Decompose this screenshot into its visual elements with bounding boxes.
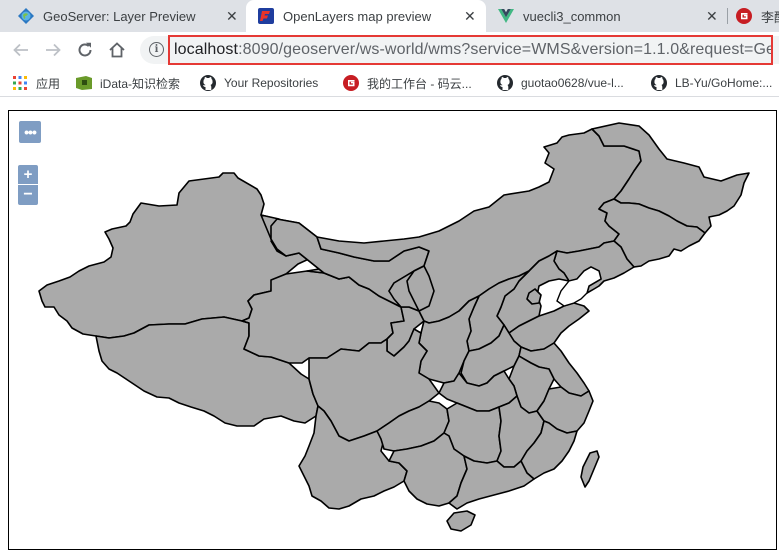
home-button[interactable] [105, 38, 129, 62]
bookmark-label: guotao0628/vue-l... [521, 76, 624, 90]
github-icon [200, 75, 216, 91]
zoom-out-button[interactable]: − [18, 185, 38, 205]
gitee-icon [736, 8, 752, 24]
tab-title: vuecli3_common [523, 8, 621, 24]
tab-title: OpenLayers map preview [283, 8, 432, 24]
tab-title: 李醒 [761, 9, 779, 25]
close-tab-icon[interactable]: ✕ [464, 8, 476, 25]
bookmark-label: Your Repositories [224, 76, 319, 90]
bookmark-gitee-workbench[interactable]: 我的工作台 - 码云... [343, 74, 472, 92]
zoom-in-button[interactable]: + [18, 165, 38, 184]
wms-map-layer[interactable] [9, 111, 777, 550]
site-info-icon[interactable]: i [149, 42, 164, 57]
forward-button[interactable] [41, 38, 65, 62]
bookmark-label: iData-知识检索 [100, 76, 181, 91]
arrow-right-icon [46, 43, 61, 57]
url-highlight-box[interactable]: localhost:8090/geoserver/ws-world/wms?se… [168, 35, 773, 65]
gitee-icon [343, 75, 359, 91]
bookmarks-bar: 应用 iData-知识检索 Your Repositories 我的工作台 - … [0, 68, 779, 97]
bookmark-guotao-vue[interactable]: guotao0628/vue-l... [497, 74, 624, 92]
tab-gitee[interactable]: 李醒 [733, 0, 779, 32]
tab-separator [727, 8, 728, 24]
bookmark-label: 我的工作台 - 码云... [367, 76, 472, 91]
bookmark-lb-yu-gohome[interactable]: LB-Yu/GoHome:... [651, 74, 772, 92]
close-tab-icon[interactable]: ✕ [226, 8, 238, 25]
apps-grid-icon [12, 75, 28, 91]
bookmark-label: LB-Yu/GoHome:... [675, 76, 773, 90]
close-tab-icon[interactable]: ✕ [706, 8, 718, 25]
github-icon [497, 75, 513, 91]
bookmark-label: 应用 [36, 76, 61, 91]
bookmark-your-repositories[interactable]: Your Repositories [200, 74, 318, 92]
idata-icon [76, 75, 92, 91]
url-path: :8090/geoserver/ws-world/wms?service=WMS… [238, 41, 773, 58]
tab-strip: GeoServer: Layer Preview ✕ OpenLayers ma… [0, 0, 779, 32]
map-viewport[interactable]: ••• + − [8, 110, 777, 550]
github-icon [651, 75, 667, 91]
bookmark-idata[interactable]: iData-知识检索 [76, 74, 180, 92]
overview-map-toggle-button[interactable]: ••• [19, 121, 41, 143]
url-text[interactable]: localhost:8090/geoserver/ws-world/wms?se… [174, 41, 773, 59]
vue-icon [498, 8, 514, 24]
openlayers-icon [258, 8, 274, 24]
reload-icon [78, 42, 92, 57]
back-button[interactable] [9, 38, 33, 62]
tab-openlayers-map-preview[interactable]: OpenLayers map preview ✕ [246, 0, 486, 32]
tab-vuecli3-common[interactable]: vuecli3_common ✕ [488, 0, 728, 32]
page-content: ••• + − [0, 97, 779, 550]
arrow-left-icon [13, 43, 28, 57]
url-host: localhost [174, 41, 239, 58]
tab-title: GeoServer: Layer Preview [43, 8, 196, 24]
browser-toolbar: i localhost:8090/geoserver/ws-world/wms?… [0, 32, 779, 68]
home-icon [109, 42, 125, 58]
tab-geoserver-layer-preview[interactable]: GeoServer: Layer Preview ✕ [8, 0, 244, 32]
reload-button[interactable] [73, 38, 97, 62]
bookmark-apps[interactable]: 应用 [12, 74, 60, 92]
region-hainan [446, 510, 476, 532]
geoserver-globe-icon [18, 8, 34, 24]
region-taiwan [580, 450, 600, 488]
